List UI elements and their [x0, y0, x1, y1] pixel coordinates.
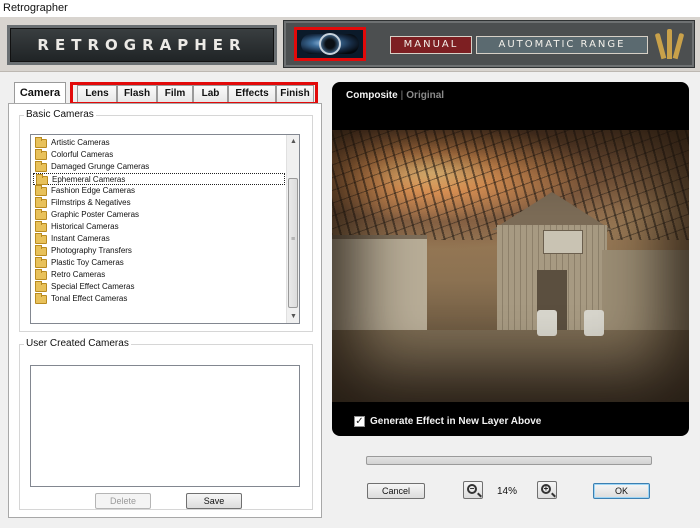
view-separator: |	[400, 90, 404, 101]
photo-vignette	[332, 130, 689, 402]
generate-layer-checkbox[interactable]: ✓	[354, 416, 365, 427]
list-item[interactable]: Retro Cameras	[33, 269, 285, 281]
zoom-out-button[interactable]: −	[463, 481, 483, 499]
list-item[interactable]: Fashion Edge Cameras	[33, 185, 285, 197]
left-panel: Camera Lens Flash Film Lab Effects Finis…	[8, 82, 322, 518]
basic-cameras-group: Basic Cameras Artistic Cameras Colorful …	[19, 109, 313, 332]
scroll-up-icon[interactable]: ▲	[287, 135, 300, 148]
folder-icon	[35, 233, 47, 244]
preview-panel: Composite | Original ✓ Generate Effect in …	[332, 82, 689, 436]
folder-icon	[35, 137, 47, 148]
preview-image	[332, 130, 689, 402]
list-item-selected[interactable]: Ephemeral Cameras	[33, 173, 285, 185]
folder-icon	[35, 197, 47, 208]
basic-cameras-list[interactable]: Artistic Cameras Colorful Cameras Damage…	[30, 134, 300, 324]
folder-icon	[35, 293, 47, 304]
automatic-range-button[interactable]: AUTOMATIC RANGE	[476, 36, 648, 54]
basic-cameras-title: Basic Cameras	[24, 109, 96, 120]
folder-icon	[35, 269, 47, 280]
scroll-thumb[interactable]: ≡	[288, 178, 298, 308]
zoom-out-icon: −	[467, 484, 477, 494]
mode-control-plate: MANUAL AUTOMATIC RANGE	[283, 20, 695, 68]
lens-ring-shape	[319, 33, 341, 55]
original-view-tab[interactable]: Original	[406, 90, 444, 101]
folder-icon	[36, 174, 48, 185]
list-item[interactable]: Instant Cameras	[33, 233, 285, 245]
logo-text: RETROGRAPHER	[37, 36, 247, 54]
folder-icon	[35, 209, 47, 220]
list-item[interactable]: Historical Cameras	[33, 221, 285, 233]
user-cameras-title: User Created Cameras	[24, 338, 131, 349]
grip-icon: ≡	[291, 236, 296, 243]
list-item[interactable]: Tonal Effect Cameras	[33, 293, 285, 305]
tab-bar: Camera Lens Flash Film Lab Effects Finis…	[8, 82, 322, 105]
folder-icon	[35, 281, 47, 292]
cancel-button[interactable]: Cancel	[367, 483, 425, 499]
user-cameras-group: User Created Cameras Delete Save	[19, 338, 313, 510]
delete-button[interactable]: Delete	[95, 493, 151, 509]
list-item[interactable]: Photography Transfers	[33, 245, 285, 257]
list-item[interactable]: Artistic Cameras	[33, 137, 285, 149]
user-cameras-list[interactable]	[30, 365, 300, 487]
crown-logo-icon	[654, 27, 685, 60]
tab-camera[interactable]: Camera	[14, 82, 66, 104]
banner: RETROGRAPHER MANUAL AUTOMATIC RANGE	[0, 17, 700, 72]
tabs-highlight-box	[70, 82, 318, 105]
zoom-level: 14%	[497, 486, 518, 497]
window-title: Retrographer	[3, 2, 68, 14]
composite-view-tab[interactable]: Composite	[346, 90, 398, 101]
progress-bar	[366, 456, 652, 465]
list-item[interactable]: Graphic Poster Cameras	[33, 209, 285, 221]
folder-icon	[35, 161, 47, 172]
folder-icon	[35, 257, 47, 268]
list-item[interactable]: Plastic Toy Cameras	[33, 257, 285, 269]
folder-icon	[35, 185, 47, 196]
preview-view-toggle: Composite | Original	[346, 90, 444, 101]
folder-icon	[35, 149, 47, 160]
list-item[interactable]: Damaged Grunge Cameras	[33, 161, 285, 173]
retrographer-logo: RETROGRAPHER	[7, 25, 277, 65]
manual-mode-button[interactable]: MANUAL	[390, 36, 472, 54]
folder-icon	[35, 221, 47, 232]
list-item[interactable]: Filmstrips & Negatives	[33, 197, 285, 209]
scroll-down-icon[interactable]: ▼	[287, 310, 300, 323]
save-button[interactable]: Save	[186, 493, 242, 509]
generate-layer-label: Generate Effect in New Layer Above	[370, 416, 542, 427]
title-bar: Retrographer	[0, 0, 700, 17]
zoom-in-button[interactable]: +	[537, 481, 557, 499]
camera-preview-icon[interactable]	[294, 27, 366, 61]
list-item[interactable]: Colorful Cameras	[33, 149, 285, 161]
list-item[interactable]: Special Effect Cameras	[33, 281, 285, 293]
camera-tab-page: Basic Cameras Artistic Cameras Colorful …	[8, 103, 322, 518]
folder-icon	[35, 245, 47, 256]
list-scrollbar[interactable]: ▲ ≡ ▼	[286, 135, 299, 323]
zoom-in-icon: +	[541, 484, 551, 494]
ok-button[interactable]: OK	[593, 483, 650, 499]
